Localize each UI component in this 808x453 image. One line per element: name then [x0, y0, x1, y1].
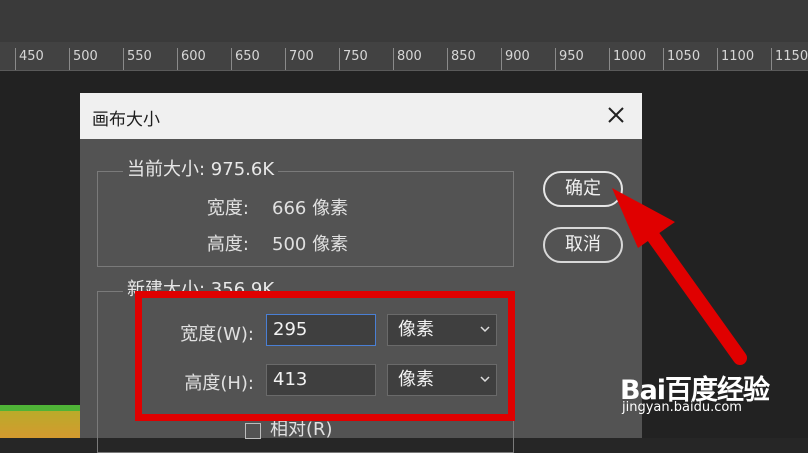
ruler-tick: 900 [501, 48, 530, 70]
ruler-tick: 500 [69, 48, 98, 70]
ruler-tick: 1050 [663, 48, 700, 70]
current-width-value: 666 像素 [272, 198, 349, 219]
relative-checkbox[interactable] [245, 423, 261, 439]
ruler-tick: 1150 [771, 48, 808, 70]
ruler-tick: 950 [555, 48, 584, 70]
dialog-title-bar: 画布大小 [80, 93, 642, 139]
ruler-tick: 600 [177, 48, 206, 70]
watermark-url: jingyan.baidu.com [622, 400, 742, 415]
horizontal-ruler: 450 500 550 600 650 700 750 800 850 900 … [0, 42, 808, 71]
app-top-bar [0, 0, 808, 42]
dialog-title: 画布大小 [92, 110, 160, 130]
ruler-tick: 850 [447, 48, 476, 70]
ruler-tick: 800 [393, 48, 422, 70]
current-width-label: 宽度: [206, 198, 249, 219]
current-height-label: 高度: [206, 234, 249, 255]
red-arrow-icon [612, 188, 747, 365]
ruler-tick: 1000 [609, 48, 646, 70]
ruler-tick: 1100 [717, 48, 754, 70]
ruler-tick: 700 [285, 48, 314, 70]
ruler-tick: 650 [231, 48, 260, 70]
image-edge-preview [0, 405, 80, 438]
ruler-tick: 550 [123, 48, 152, 70]
current-height-value: 500 像素 [272, 234, 349, 255]
ruler-tick: 750 [339, 48, 368, 70]
close-icon[interactable] [604, 103, 628, 127]
ruler-tick: 450 [15, 48, 44, 70]
highlight-box-annotation [135, 291, 515, 421]
current-size-legend: 当前大小: 975.6K [123, 159, 279, 181]
